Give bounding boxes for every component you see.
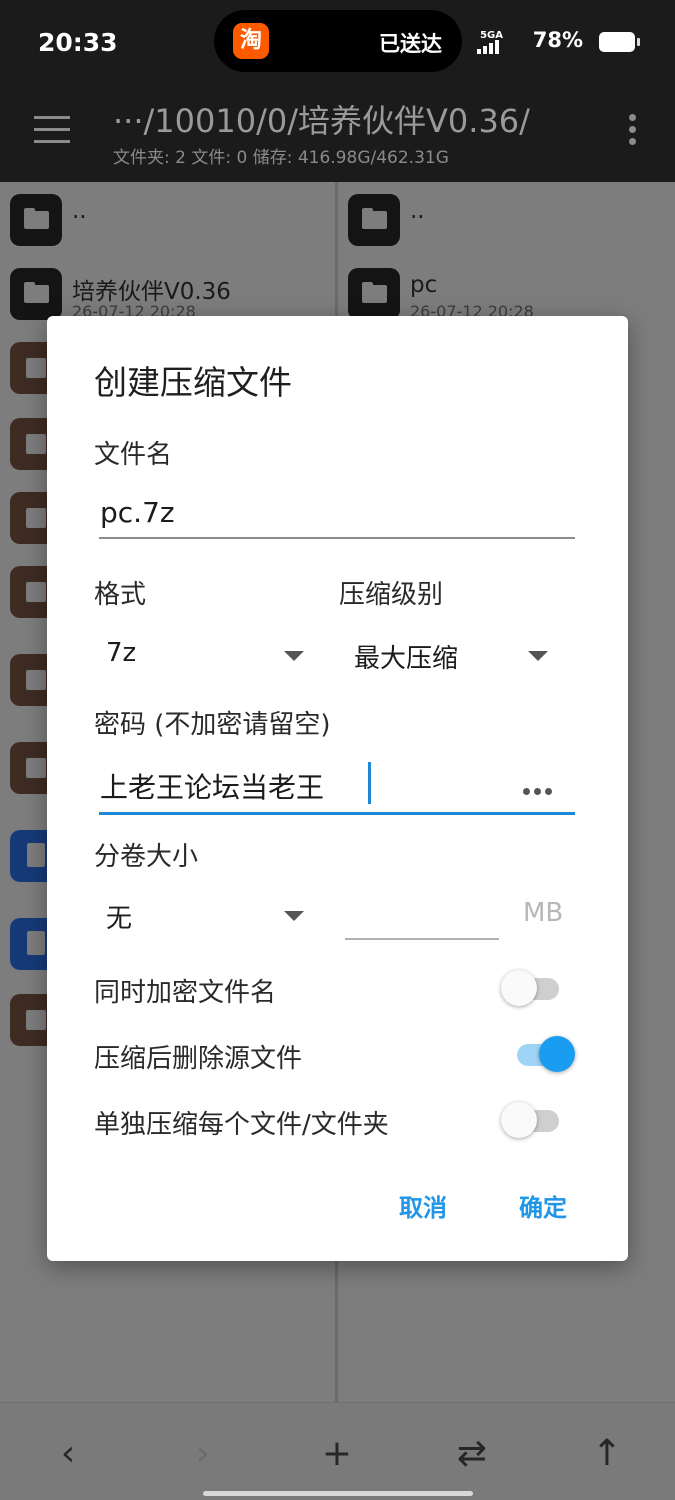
chevron-down-icon: [528, 651, 548, 661]
file-name: ..: [72, 198, 87, 224]
status-time: 20:33: [38, 28, 118, 57]
folder-icon: [348, 194, 400, 246]
list-item[interactable]: ..: [348, 194, 668, 254]
filename-input[interactable]: pc.7z: [100, 496, 175, 529]
format-value: 7z: [106, 638, 137, 668]
cancel-button[interactable]: 取消: [399, 1188, 447, 1223]
file-name: ..: [410, 198, 425, 224]
show-password-icon[interactable]: [523, 780, 557, 795]
separate-archives-label: 单独压缩每个文件/文件夹: [94, 1110, 389, 1140]
folder-icon: [10, 268, 62, 320]
bottom-toolbar: ‹ › + ⇄ ↑: [0, 1402, 675, 1500]
level-value: 最大压缩: [354, 644, 459, 674]
create-archive-dialog: 创建压缩文件 文件名 pc.7z 格式 压缩级别 7z 最大压缩 密码 (不加密…: [47, 316, 628, 1261]
format-label: 格式: [94, 580, 147, 610]
password-input[interactable]: 上老王论坛当老王: [100, 766, 324, 806]
password-underline: [99, 812, 575, 815]
delete-source-toggle[interactable]: [513, 1034, 575, 1074]
delete-source-label: 压缩后删除源文件: [94, 1044, 303, 1074]
level-select[interactable]: 最大压缩: [342, 634, 562, 678]
list-item[interactable]: ..: [10, 194, 330, 254]
volume-unit: MB: [523, 898, 564, 928]
app-bar: ···/10010/0/培养伙伴V0.36/ 文件夹: 2 文件: 0 储存: …: [0, 84, 675, 182]
battery-percent: 78%: [532, 28, 583, 52]
password-label: 密码 (不加密请留空): [94, 710, 331, 740]
ok-button[interactable]: 确定: [519, 1188, 567, 1223]
signal-icon: [477, 40, 501, 54]
add-icon[interactable]: +: [312, 1429, 362, 1479]
file-name: 培养伙伴V0.36: [72, 279, 231, 305]
volume-select[interactable]: 无: [94, 894, 314, 938]
format-select[interactable]: 7z: [94, 634, 314, 678]
volume-size-input[interactable]: [345, 896, 499, 936]
status-bar: 20:33 淘 已送达 5GA 78%: [0, 0, 675, 84]
swap-panes-icon[interactable]: ⇄: [447, 1429, 497, 1479]
storage-summary: 文件夹: 2 文件: 0 储存: 416.98G/462.31G: [113, 148, 449, 168]
home-indicator[interactable]: [203, 1491, 473, 1496]
volume-value: 无: [106, 904, 133, 934]
back-arrow-icon[interactable]: ‹: [43, 1429, 93, 1479]
filename-underline: [99, 537, 575, 539]
more-options-icon[interactable]: [629, 114, 637, 148]
file-name: pc: [410, 272, 438, 298]
encrypt-names-toggle[interactable]: [501, 968, 563, 1008]
dialog-title: 创建压缩文件: [94, 363, 292, 402]
folder-icon: [348, 268, 400, 320]
encrypt-names-label: 同时加密文件名: [94, 978, 277, 1008]
separate-archives-toggle[interactable]: [501, 1100, 563, 1140]
island-status-text: 已送达: [379, 32, 442, 56]
battery-icon: [599, 32, 640, 52]
filename-label: 文件名: [94, 440, 173, 470]
forward-arrow-icon[interactable]: ›: [178, 1429, 228, 1479]
current-path: ···/10010/0/培养伙伴V0.36/: [113, 102, 530, 140]
volume-size-underline: [345, 938, 499, 940]
taobao-app-icon: 淘: [233, 23, 269, 59]
status-indicators: 5GA 78%: [439, 28, 640, 56]
text-cursor: [368, 762, 371, 804]
chevron-down-icon: [284, 651, 304, 661]
dynamic-island[interactable]: 淘 已送达: [214, 10, 462, 72]
level-label: 压缩级别: [339, 580, 444, 610]
volume-label: 分卷大小: [94, 842, 199, 872]
menu-icon[interactable]: [34, 116, 70, 144]
folder-icon: [10, 194, 62, 246]
chevron-down-icon: [284, 911, 304, 921]
up-arrow-icon[interactable]: ↑: [582, 1429, 632, 1479]
